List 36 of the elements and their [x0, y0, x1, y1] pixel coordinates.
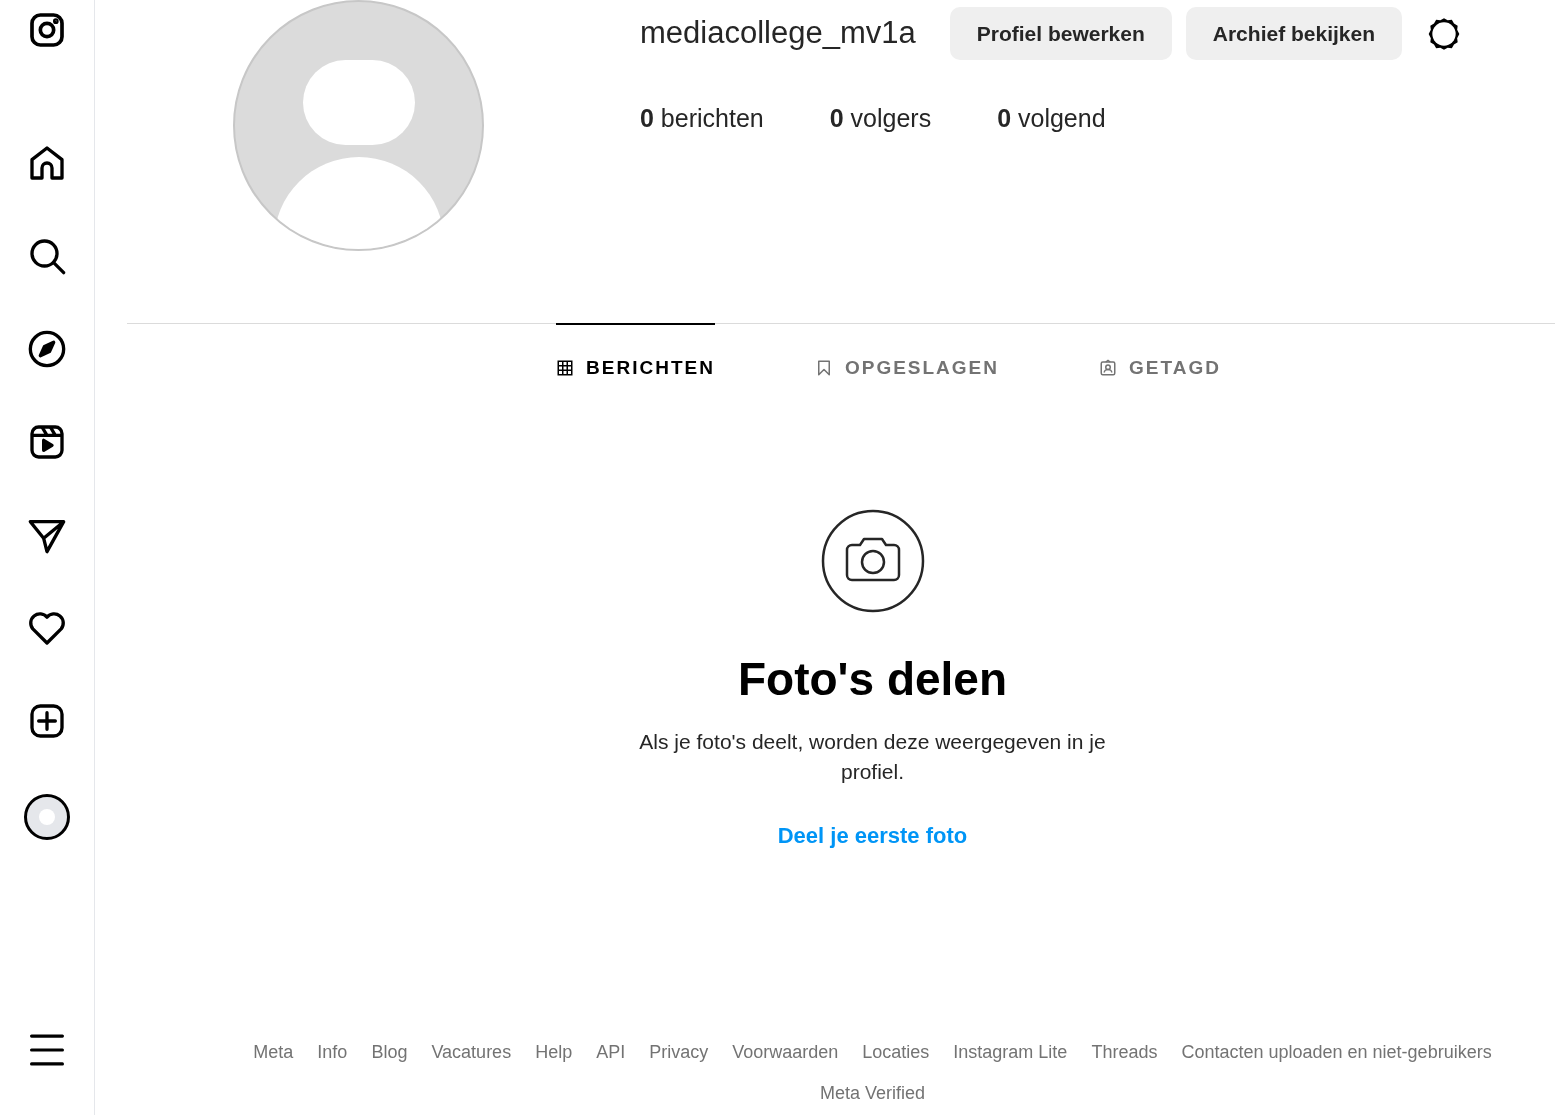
- footer-link[interactable]: Threads: [1091, 1039, 1158, 1066]
- footer-link[interactable]: Contacten uploaden en niet-gebruikers: [1181, 1039, 1492, 1066]
- plus-square-icon[interactable]: [27, 701, 67, 741]
- home-icon[interactable]: [27, 143, 67, 183]
- footer-link[interactable]: API: [596, 1039, 626, 1066]
- profile-button[interactable]: Profiel bewerken: [949, 7, 1172, 60]
- empty-state-title: Foto's delen: [737, 652, 1008, 707]
- footer-link[interactable]: Info: [317, 1039, 348, 1066]
- stat-count[interactable]: 0 volgend: [997, 100, 1106, 138]
- profile-tab[interactable]: OPGESLAGEN: [814, 323, 999, 411]
- search-icon[interactable]: [27, 236, 67, 276]
- grid-icon: [556, 359, 575, 377]
- footer-link[interactable]: Blog: [371, 1039, 408, 1066]
- footer-link[interactable]: Meta Verified: [819, 1080, 926, 1107]
- footer-link[interactable]: Help: [535, 1039, 573, 1066]
- profile-tab[interactable]: BERICHTEN: [556, 323, 715, 411]
- share-photo-link[interactable]: Deel je eerste foto: [777, 818, 968, 852]
- stat-count[interactable]: 0 berichten: [640, 100, 764, 138]
- footer-link[interactable]: Privacy: [649, 1039, 709, 1066]
- camera-icon: [820, 509, 925, 613]
- footer-link[interactable]: Meta: [253, 1039, 294, 1066]
- footer-link[interactable]: Locaties: [862, 1039, 930, 1066]
- profile-button[interactable]: Archief bekijken: [1185, 7, 1402, 60]
- profile-tab[interactable]: GETAGD: [1099, 323, 1221, 411]
- profile-avatar[interactable]: [24, 794, 70, 840]
- person-tag-icon: [1099, 359, 1117, 377]
- footer-link[interactable]: Voorwaarden: [732, 1039, 839, 1066]
- menu-icon[interactable]: [28, 1033, 66, 1067]
- username: mediacollege_mv1a: [640, 14, 916, 53]
- empty-state-text: Als je foto's deelt, worden deze weergegeven in je profiel.: [638, 728, 1107, 785]
- compass-icon[interactable]: [27, 329, 67, 369]
- camera-logo-icon[interactable]: [27, 10, 67, 50]
- footer-link[interactable]: Instagram Lite: [953, 1039, 1068, 1066]
- stat-count[interactable]: 0 volgers: [829, 100, 932, 138]
- footer-link[interactable]: Vacatures: [431, 1039, 512, 1066]
- video-clip-icon[interactable]: [27, 422, 67, 462]
